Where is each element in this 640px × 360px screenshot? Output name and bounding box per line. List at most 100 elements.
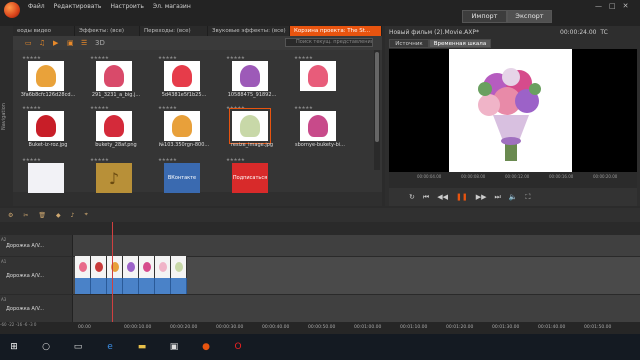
music-icon[interactable]: ♫ <box>39 39 47 47</box>
thumbnail-image <box>300 111 336 141</box>
thumbnail-image: Подписаться <box>232 163 268 193</box>
thumbnail[interactable]: ★★★★★ <box>22 158 72 202</box>
tab-import[interactable]: Импорт <box>462 10 507 23</box>
library-scrollbar[interactable] <box>374 50 380 170</box>
pause-icon[interactable]: ❚❚ <box>456 193 468 201</box>
thumbnail[interactable]: ★★★★★ ♪ <box>90 158 140 202</box>
tab-export[interactable]: Экспорт <box>507 10 552 23</box>
thumbnail-caption: 10588475_91892... <box>227 92 277 98</box>
task-view-icon[interactable]: ▭ <box>72 341 84 353</box>
playhead[interactable] <box>112 222 113 334</box>
timeline-tick-label: 00:01:00.00 <box>354 325 382 330</box>
thumbnail-caption: resize_image.jpg <box>230 142 274 148</box>
thumbnail[interactable]: ★★★★★ bukety_28af.png <box>90 106 140 150</box>
thumbnail-image: ♪ <box>96 163 132 193</box>
timeline-tick-label: 00:00:40.00 <box>262 325 290 330</box>
ruler-tick-label: 00:00:16.00 <box>549 174 574 179</box>
audio-segment <box>107 278 123 294</box>
thumbnail-image: ВКонтакте <box>164 163 200 193</box>
thumbnail-caption: Buket-iz-roz.jpg <box>28 142 68 148</box>
thumbnail[interactable]: ★★★★★ sbornye-bukety-bi... <box>294 106 345 150</box>
audio-clip-strip[interactable] <box>75 278 187 294</box>
thumbnail-caption: sbornye-bukety-bi... <box>295 142 345 148</box>
volume-icon[interactable]: 🔈 <box>509 193 518 201</box>
prev-icon[interactable]: ⏮ <box>423 193 429 202</box>
maximize-icon[interactable]: □ <box>609 2 616 10</box>
snap-icon[interactable]: ⌖ <box>85 211 88 219</box>
image-icon[interactable]: ▣ <box>67 39 75 47</box>
track-name: Дорожка A/V... <box>6 272 45 279</box>
navigation-label: Navigation <box>1 103 7 130</box>
cut-icon[interactable]: ✂ <box>23 212 28 219</box>
tab-effects[interactable]: Эффекты: (все) <box>75 26 140 36</box>
thumbnail[interactable]: ★★★★★ 3fa6b8cfc126d28cd... <box>21 56 76 100</box>
minimize-icon[interactable]: — <box>595 2 602 10</box>
timeline-tick-label: 00:00:20.00 <box>170 325 198 330</box>
pinnacle-icon[interactable]: ● <box>200 341 212 353</box>
timeline-tick-label: 00:01:20.00 <box>446 325 474 330</box>
tab-source[interactable]: Источник <box>389 39 429 48</box>
filter-icon[interactable]: ☰ <box>81 39 89 47</box>
thumbnail[interactable]: ★★★★★ 291_3231_a_big.j... <box>90 56 140 100</box>
timeline-ruler[interactable]: 00.00 00:00:10.00 00:00:20.00 00:00:30.00 00… <box>0 322 640 334</box>
thumbnail[interactable]: ★★★★★ resize_image.jpg <box>226 106 276 150</box>
timeline-header <box>0 222 640 234</box>
menu-shop[interactable]: Эл. магазин <box>153 3 191 10</box>
ruler-tick-label: 00:00:12.00 <box>505 174 530 179</box>
thumbnail[interactable]: ★★★★★ 10588475_91892... <box>226 56 276 100</box>
settings-icon[interactable]: ⚙ <box>8 212 13 219</box>
audio-mixer-icon[interactable]: ♪ <box>71 212 75 219</box>
thumbnail-image <box>229 108 271 144</box>
delete-icon[interactable]: 🗑 <box>38 212 46 219</box>
menu-setup[interactable]: Настроить <box>110 3 143 10</box>
menu-file[interactable]: Файл <box>28 3 45 10</box>
bouquet-icon <box>308 115 328 137</box>
tab-timeline[interactable]: Временная шкала <box>429 39 491 48</box>
clip-frame <box>91 256 107 278</box>
thumbnail[interactable]: ★★★★★ Подписаться <box>226 158 276 202</box>
edge-icon[interactable]: e <box>104 341 116 353</box>
three-d-icon[interactable]: 3D <box>95 39 105 47</box>
tab-transitions[interactable]: Переходы: (все) <box>140 26 208 36</box>
tab-project-bin[interactable]: Корзина проекта: The St... <box>290 26 382 36</box>
tab-video-types[interactable]: еоды видео <box>13 26 75 36</box>
thumbnail-image <box>232 61 268 91</box>
rewind-icon[interactable]: ◀◀ <box>437 193 448 201</box>
store-icon[interactable]: ▣ <box>168 341 180 353</box>
fullscreen-icon[interactable]: ⛶ <box>526 193 531 202</box>
thumbnail-image <box>28 111 64 141</box>
start-icon[interactable]: ⊞ <box>8 341 20 353</box>
next-icon[interactable]: ⏭ <box>494 193 500 202</box>
video-icon[interactable]: ▶ <box>53 39 61 47</box>
folder-icon[interactable]: ▭ <box>25 39 33 47</box>
search-icon[interactable]: ○ <box>40 341 52 353</box>
marker-icon[interactable]: ◆ <box>56 212 61 219</box>
player-ruler[interactable]: 00:00:04.00 00:00:08.00 00:00:12.00 00:00:1… <box>389 172 637 188</box>
thumbnail[interactable]: ★★★★★ Buket-iz-roz.jpg <box>22 106 72 150</box>
tab-sound-effects[interactable]: Звуковые эффекты: (все) <box>208 26 290 36</box>
close-icon[interactable]: ✕ <box>623 2 629 10</box>
thumbnail[interactable]: ★★★★★ №103.350rgn-800... <box>158 106 209 150</box>
audio-segment <box>139 278 155 294</box>
menu-edit[interactable]: Редактировать <box>54 3 102 10</box>
bouquet-icon <box>104 65 124 87</box>
thumbnail[interactable]: ★★★★★ 5d4381e5f1b25... <box>158 56 208 100</box>
forward-icon[interactable]: ▶▶ <box>476 193 487 201</box>
thumbnail-image <box>164 111 200 141</box>
clip-frame <box>171 256 187 278</box>
opera-icon[interactable]: O <box>232 341 244 353</box>
thumbnail[interactable]: ★★★★★ <box>294 56 344 100</box>
loop-icon[interactable]: ↻ <box>409 193 415 201</box>
video-clip-strip[interactable] <box>75 256 187 278</box>
bouquet-image <box>478 68 541 161</box>
clip-frame <box>75 256 91 278</box>
thumbnail-image <box>96 61 132 91</box>
timeline-tick-label: 00:01:30.00 <box>492 325 520 330</box>
search-input[interactable]: Поиск текущ. представления <box>285 38 373 47</box>
bouquet-icon <box>240 65 260 87</box>
explorer-icon[interactable]: ▬ <box>136 341 148 353</box>
audio-levels: -60 -22 -16 -6 -3 0 <box>0 322 37 327</box>
track-name: Дорожка A/V... <box>6 242 45 249</box>
bouquet-icon <box>36 65 56 87</box>
thumbnail[interactable]: ★★★★★ ВКонтакте <box>158 158 208 202</box>
